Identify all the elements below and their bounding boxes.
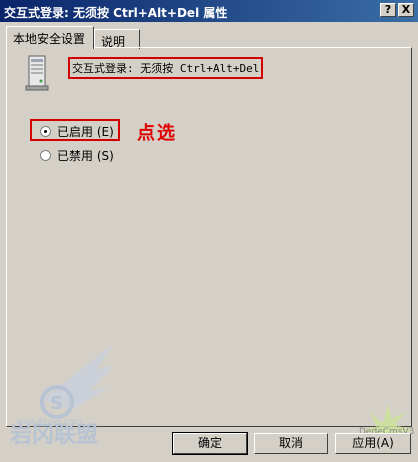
radio-enabled-label: 已启用 (E) [57,124,114,139]
close-icon: X [401,3,411,16]
apply-button[interactable]: 应用(A) [335,433,411,454]
help-icon: ? [384,3,392,16]
cancel-button-label: 取消 [278,436,303,450]
window-title: 交互式登录: 无须按 Ctrl+Alt+Del 属性 [4,6,228,20]
title-bar[interactable]: 交互式登录: 无须按 Ctrl+Alt+Del 属性 [0,0,418,22]
policy-name-text: 交互式登录: 无须按 Ctrl+Alt+Del [72,62,260,75]
cancel-button[interactable]: 取消 [254,433,328,454]
watermark-brand: 岩冈联盟 [9,423,98,448]
radio-disabled-label: 已禁用 (S) [57,148,114,163]
ok-button[interactable]: 确定 [172,432,248,455]
annotation-text: 点选 [137,123,177,144]
watermark-site: www.8yaya.com [16,417,82,426]
help-button[interactable]: ? [380,3,396,17]
close-button[interactable]: X [398,3,414,17]
server-computer-icon [25,55,49,91]
radio-enabled[interactable]: 已启用 (E) [40,123,114,139]
watermark-logo: S 岩冈联盟 www.8yaya.com [9,345,114,448]
ok-button-label: 确定 [197,436,222,450]
tab-local-security-setting[interactable]: 本地安全设置 [6,26,94,49]
radio-unchecked-icon[interactable] [40,149,51,161]
policy-name: 交互式登录: 无须按 Ctrl+Alt+Del [68,57,264,79]
tab-explain[interactable]: 说明 [94,29,140,49]
svg-text:S: S [50,393,63,414]
radio-checked-icon[interactable] [40,125,51,137]
apply-button-label: 应用(A) [352,436,394,450]
radio-disabled[interactable]: 已禁用 (S) [40,147,114,163]
tab-label: 本地安全设置 [13,32,86,46]
